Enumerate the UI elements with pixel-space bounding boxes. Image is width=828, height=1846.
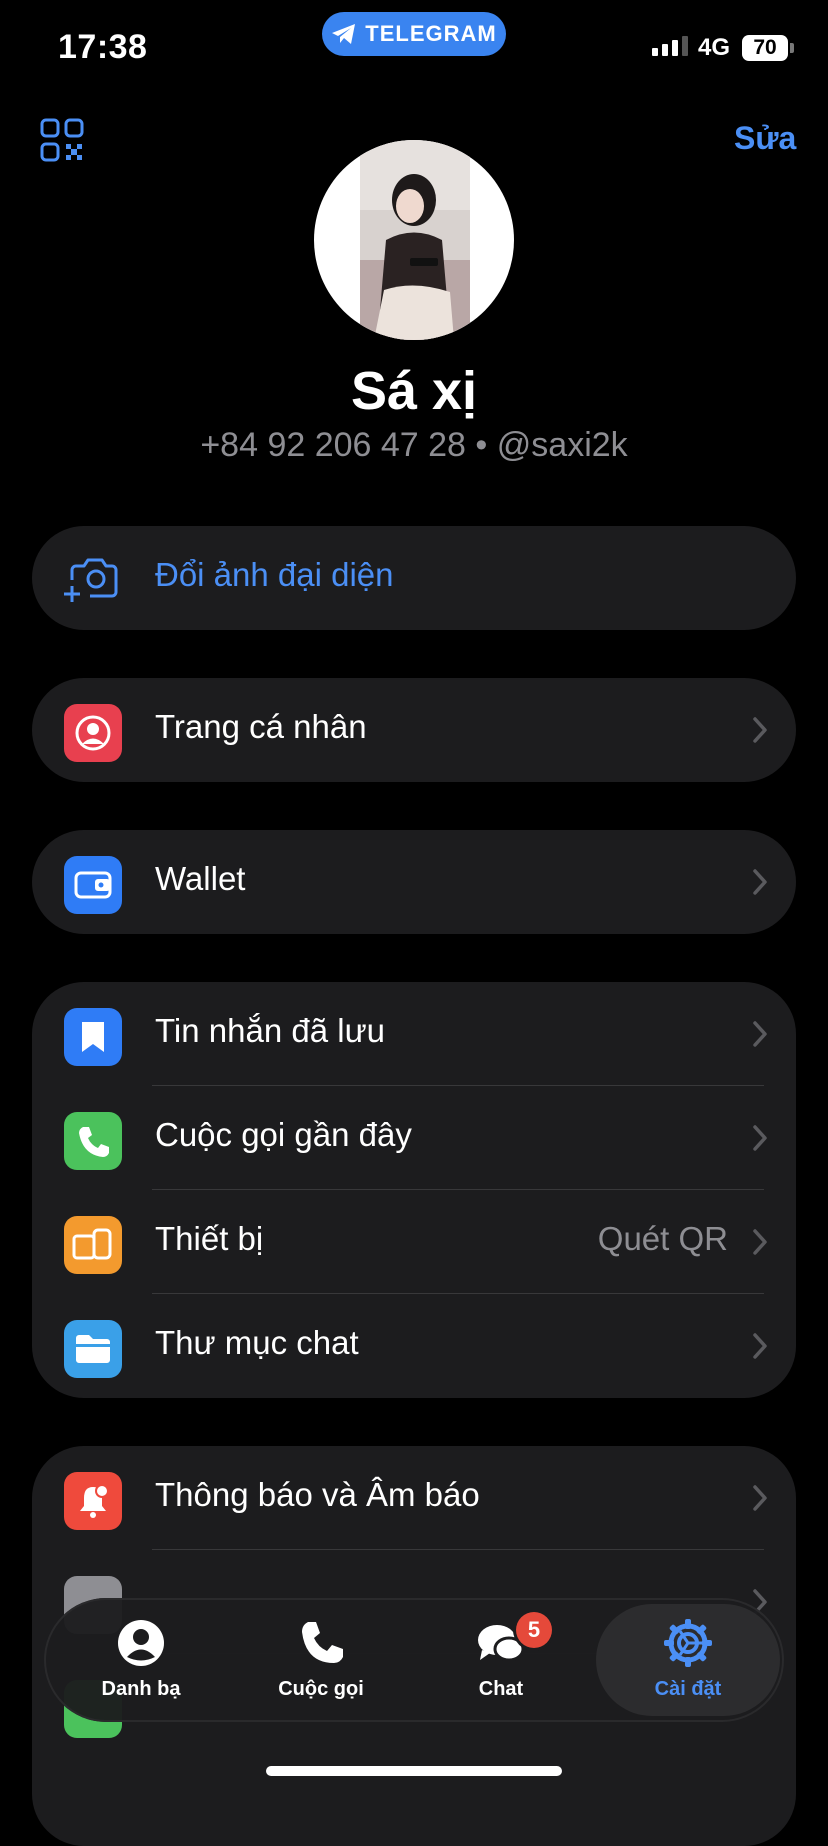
- tab-contacts[interactable]: Danh bạ: [56, 1598, 226, 1722]
- tab-label: Danh bạ: [101, 1678, 181, 1700]
- telegram-pill[interactable]: TELEGRAM: [322, 12, 506, 56]
- wallet-card: Wallet: [32, 830, 796, 934]
- row-devices[interactable]: Thiết bị Quét QR: [32, 1190, 796, 1294]
- row-value: Quét QR: [597, 1220, 728, 1257]
- profile-card: Trang cá nhân: [32, 678, 796, 782]
- row-notifications[interactable]: Thông báo và Âm báo: [32, 1446, 796, 1550]
- change-photo-label: Đổi ảnh đại diện: [155, 556, 394, 593]
- tab-calls[interactable]: Cuộc gọi: [236, 1598, 406, 1722]
- chevron-right-icon: [753, 1333, 767, 1359]
- chevron-right-icon: [753, 1125, 767, 1151]
- settings-gear-icon: [664, 1619, 712, 1667]
- row-wallet[interactable]: Wallet: [32, 830, 796, 934]
- telegram-plane-icon: [332, 24, 356, 44]
- tab-label: Cài đặt: [654, 1678, 722, 1700]
- chat-unread-badge: 5: [516, 1612, 552, 1648]
- qr-code-icon[interactable]: [40, 118, 84, 162]
- row-saved-messages[interactable]: Tin nhắn đã lưu: [32, 982, 796, 1086]
- folder-icon: [64, 1320, 122, 1378]
- tab-settings[interactable]: Cài đặt: [603, 1598, 773, 1722]
- change-photo-button[interactable]: Đổi ảnh đại diện: [32, 526, 796, 630]
- phone-icon: [302, 1622, 343, 1663]
- signal-icon: [652, 36, 688, 56]
- tab-bar: Danh bạ Cuộc gọi 5 Chat Cài đặt: [44, 1598, 784, 1722]
- status-time: 17:38: [58, 28, 148, 66]
- tab-chat[interactable]: 5 Chat: [416, 1598, 586, 1722]
- person-icon: [64, 704, 122, 762]
- row-recent-calls[interactable]: Cuộc gọi gần đây: [32, 1086, 796, 1190]
- main-settings-group: Tin nhắn đã lưu Cuộc gọi gần đây Thiết b…: [32, 982, 796, 1398]
- row-label: Thư mục chat: [155, 1324, 359, 1361]
- row-label: Wallet: [155, 860, 246, 897]
- chevron-right-icon: [753, 1485, 767, 1511]
- profile-name: Sá xị: [350, 361, 478, 421]
- row-label: Thiết bị: [155, 1220, 264, 1257]
- phone-icon: [64, 1112, 122, 1170]
- chevron-right-icon: [753, 869, 767, 895]
- tab-label: Cuộc gọi: [278, 1678, 364, 1700]
- battery-tip: [790, 43, 794, 53]
- row-label: Tin nhắn đã lưu: [155, 1012, 386, 1049]
- network-type: 4G: [698, 34, 731, 61]
- tab-label: Chat: [478, 1678, 524, 1700]
- bell-icon: [64, 1472, 122, 1530]
- home-indicator: [266, 1766, 562, 1776]
- devices-icon: [64, 1216, 122, 1274]
- camera-add-icon: [64, 558, 118, 602]
- chevron-right-icon: [753, 717, 767, 743]
- avatar[interactable]: [314, 140, 514, 340]
- wallet-icon: [64, 856, 122, 914]
- row-label: Cuộc gọi gần đây: [155, 1116, 412, 1153]
- battery-icon: 70: [742, 35, 788, 61]
- chevron-right-icon: [753, 1021, 767, 1047]
- row-label: Thông báo và Âm báo: [155, 1476, 480, 1513]
- edit-button[interactable]: Sửa: [734, 120, 796, 157]
- row-my-profile[interactable]: Trang cá nhân: [32, 678, 796, 782]
- chevron-right-icon: [753, 1229, 767, 1255]
- bookmark-icon: [64, 1008, 122, 1066]
- row-label: Trang cá nhân: [155, 708, 367, 745]
- row-chat-folders[interactable]: Thư mục chat: [32, 1294, 796, 1398]
- avatar-photo: [360, 140, 470, 340]
- contacts-icon: [118, 1620, 164, 1666]
- telegram-pill-label: TELEGRAM: [365, 21, 497, 46]
- profile-phone-username: +84 92 206 47 28 • @saxi2k: [200, 426, 628, 464]
- battery-level: 70: [753, 36, 777, 59]
